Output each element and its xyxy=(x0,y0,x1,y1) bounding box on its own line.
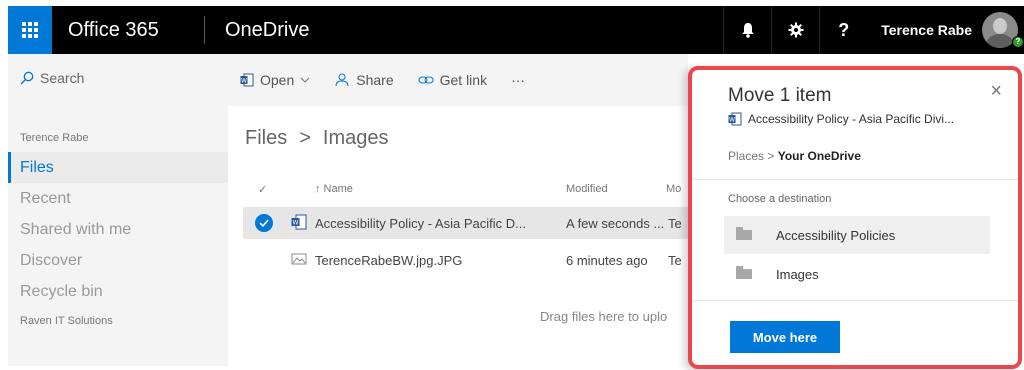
svg-text:W: W xyxy=(729,117,735,124)
nav-item-files[interactable]: Files xyxy=(8,152,228,183)
panel-divider xyxy=(692,179,1018,180)
open-label: Open xyxy=(260,72,295,88)
table-row[interactable]: TerenceRabeBW.jpg.JPG 6 minutes ago Te xyxy=(243,244,688,276)
file-modified-by: Te xyxy=(668,252,682,268)
breadcrumb-separator: > xyxy=(299,127,311,149)
command-bar: W Open Share Get link ··· xyxy=(228,54,688,106)
user-name[interactable]: Terence Rabe xyxy=(881,22,972,38)
crumb-places[interactable]: Places xyxy=(728,149,764,163)
help-icon: ? xyxy=(838,19,850,40)
nav-org-label[interactable]: Raven IT Solutions xyxy=(8,315,228,327)
folder-item[interactable]: Accessibility Policies xyxy=(724,216,990,254)
drop-hint: Drag files here to uplo xyxy=(540,309,668,324)
nav-item-discover[interactable]: Discover xyxy=(8,245,228,276)
app-launcher-icon xyxy=(22,22,38,38)
panel-divider xyxy=(692,300,1018,301)
search-placeholder: Search xyxy=(40,70,85,86)
svg-text:W: W xyxy=(293,219,299,226)
open-button[interactable]: W Open xyxy=(240,72,310,88)
chevron-down-icon xyxy=(300,77,310,83)
folder-item[interactable]: Images xyxy=(724,255,990,293)
close-button[interactable]: × xyxy=(990,80,1002,103)
move-here-button[interactable]: Move here xyxy=(730,321,840,353)
presence-badge: ? xyxy=(1012,36,1024,48)
app-launcher-button[interactable] xyxy=(8,6,52,54)
column-header-name[interactable]: ↑ Name xyxy=(315,183,353,195)
select-all-check[interactable]: ✓ xyxy=(258,183,267,196)
share-icon xyxy=(335,73,349,87)
file-name[interactable]: TerenceRabeBW.jpg.JPG xyxy=(315,253,462,268)
suite-header: Office 365 OneDrive ? Terence Rabe ? xyxy=(8,6,1024,54)
file-name[interactable]: Accessibility Policy - Asia Pacific D... xyxy=(315,216,526,231)
panel-file: W Accessibility Policy - Asia Pacific Di… xyxy=(728,112,954,126)
table-row[interactable]: W Accessibility Policy - Asia Pacific D.… xyxy=(243,207,688,239)
folder-name: Images xyxy=(776,266,819,282)
more-button[interactable]: ··· xyxy=(511,72,525,88)
image-file-icon xyxy=(291,253,307,264)
svg-text:W: W xyxy=(241,78,247,85)
help-button[interactable]: ? xyxy=(819,6,867,54)
choose-destination-label: Choose a destination xyxy=(728,193,832,205)
share-label: Share xyxy=(356,72,394,88)
column-header-modified-by[interactable]: Mo xyxy=(666,183,681,195)
header-divider xyxy=(204,16,205,44)
file-modified-by: Te xyxy=(668,215,682,231)
panel-breadcrumb: Places > Your OneDrive xyxy=(728,149,861,163)
word-icon: W xyxy=(291,214,307,229)
get-link-label: Get link xyxy=(439,72,488,88)
row-checked-icon[interactable] xyxy=(255,214,273,232)
breadcrumb-images: Images xyxy=(322,127,389,149)
share-button[interactable]: Share xyxy=(334,72,394,88)
nav-item-recent[interactable]: Recent xyxy=(8,183,228,214)
file-modified: A few seconds ... xyxy=(566,215,665,231)
settings-button[interactable] xyxy=(771,6,819,54)
folder-name: Accessibility Policies xyxy=(776,227,896,243)
nav-owner-label: Terence Rabe xyxy=(20,132,89,144)
breadcrumb: Files > Images xyxy=(245,127,389,150)
panel-title: Move 1 item xyxy=(728,85,832,106)
folder-icon xyxy=(736,266,752,279)
search-box[interactable]: Search xyxy=(8,54,228,86)
bell-icon xyxy=(741,23,754,38)
folder-icon xyxy=(736,227,752,240)
link-icon xyxy=(418,76,434,84)
word-icon: W xyxy=(728,112,742,126)
move-panel: Move 1 item × W Accessibility Policy - A… xyxy=(688,66,1022,369)
nav-item-recycle-bin[interactable]: Recycle bin xyxy=(8,276,228,307)
breadcrumb-files[interactable]: Files xyxy=(245,127,287,149)
word-icon: W xyxy=(240,73,254,87)
crumb-separator: > xyxy=(767,149,775,163)
panel-file-name: Accessibility Policy - Asia Pacific Divi… xyxy=(748,112,955,126)
file-modified: 6 minutes ago xyxy=(566,252,648,268)
get-link-button[interactable]: Get link xyxy=(418,72,487,88)
gear-icon xyxy=(788,22,804,38)
onedrive-link[interactable]: OneDrive xyxy=(225,19,309,42)
nav-item-shared[interactable]: Shared with me xyxy=(8,214,228,245)
left-navigation: Search Terence Rabe Files Recent Shared … xyxy=(8,54,228,366)
notifications-button[interactable] xyxy=(723,6,771,54)
crumb-your-onedrive: Your OneDrive xyxy=(777,149,861,163)
office365-link[interactable]: Office 365 xyxy=(68,19,204,42)
column-header-modified[interactable]: Modified xyxy=(566,183,608,195)
search-icon xyxy=(20,71,34,85)
